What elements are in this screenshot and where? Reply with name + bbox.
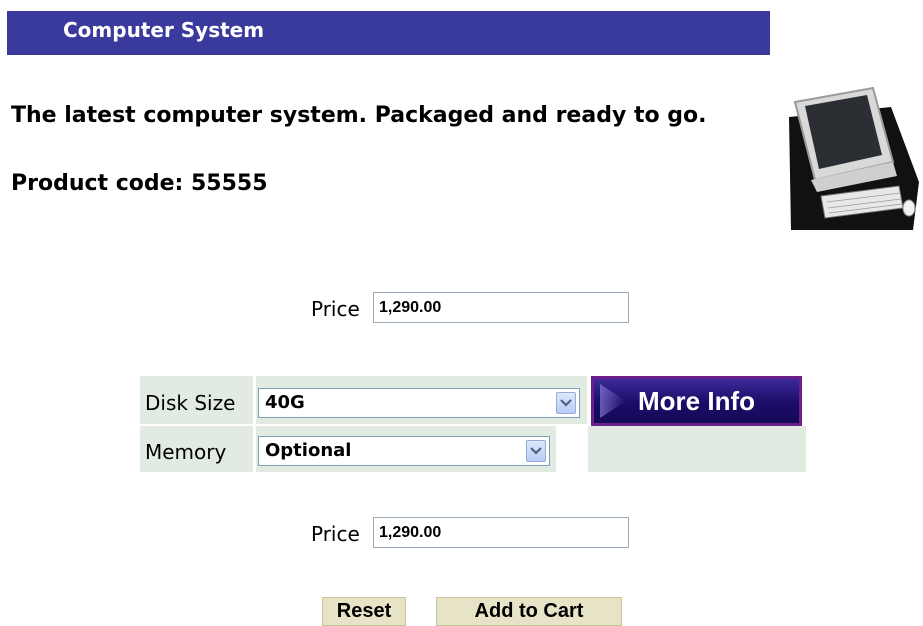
add-to-cart-button[interactable]: Add to Cart [436,597,622,626]
arrow-icon [600,384,626,418]
memory-select[interactable]: Optional [258,436,550,466]
memory-label: Memory [145,440,227,464]
chevron-down-icon[interactable] [556,392,576,414]
price-label: Price [311,297,360,321]
price-label-bottom: Price [311,522,360,546]
memory-value: Optional [265,440,352,461]
price-field-bottom[interactable]: 1,290.00 [373,517,629,548]
more-info-label: More Info [638,385,755,416]
product-description: The latest computer system. Packaged and… [11,103,707,128]
product-image [781,62,921,233]
disk-size-select[interactable]: 40G [258,388,580,418]
reset-button[interactable]: Reset [322,597,406,626]
disk-size-label: Disk Size [145,391,236,415]
empty-cell [588,426,806,472]
page-header: Computer System [7,11,770,55]
chevron-down-icon[interactable] [526,440,546,462]
page-title: Computer System [63,18,265,42]
more-info-button[interactable]: More Info [591,376,802,426]
price-field[interactable]: 1,290.00 [373,292,629,323]
product-code: Product code: 55555 [11,171,268,196]
disk-size-value: 40G [265,392,305,413]
